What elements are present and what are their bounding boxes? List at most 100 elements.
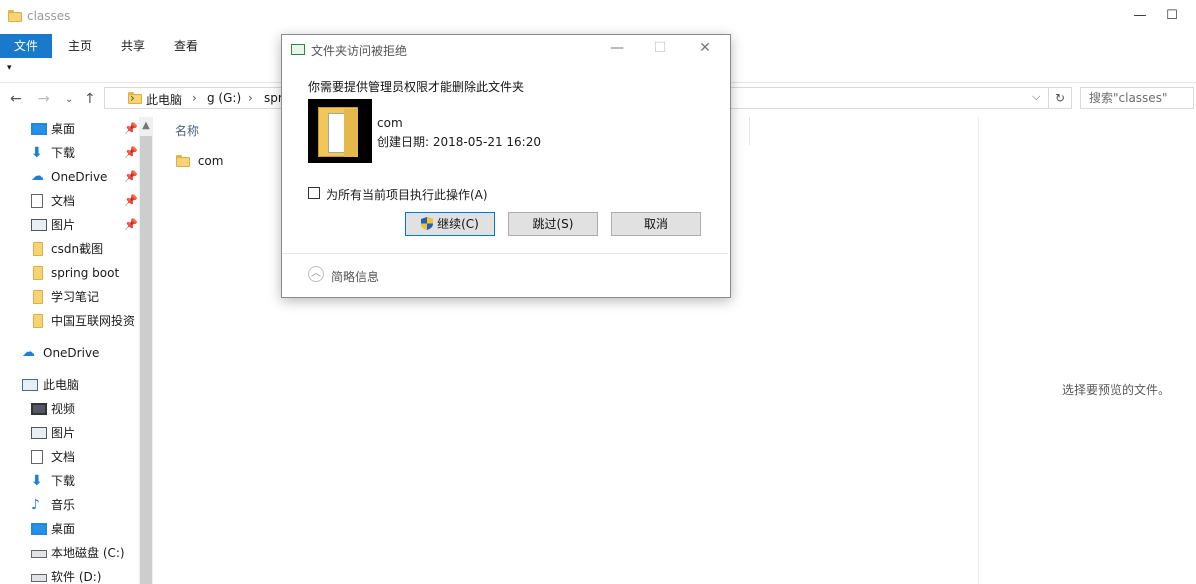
nav-item-label: 此电脑 [43,378,80,392]
address-dropdown-chevron-icon[interactable]: ⌵ [1032,90,1040,104]
pin-icon: 📌 [124,146,138,159]
dialog-item-name: com [377,116,403,130]
nav-item-label: 中国互联网投资 [51,314,136,328]
nav-item-label: OneDrive [43,346,100,360]
drive-icon [31,574,47,582]
nav-item-videos[interactable]: 视频 [0,397,140,421]
title-bar [0,0,1196,34]
nav-item-notes[interactable]: 学习笔记 [0,285,140,309]
nav-item-onedrive-quick[interactable]: ☁ OneDrive 📌 [0,165,140,189]
chevron-up-icon[interactable]: ︿ [308,266,324,282]
folder-icon [33,266,43,280]
quick-access-toolbar-chevron-icon[interactable]: ▾ [7,63,12,73]
nav-item-drive-c[interactable]: 本地磁盘 (C:) [0,541,140,565]
apply-to-all-checkbox[interactable] [308,187,320,199]
folder-icon [33,314,43,328]
nav-item-label: 文档 [51,450,76,464]
dialog-minimize-button[interactable]: — [605,40,629,56]
nav-scrollbar-thumb[interactable] [140,136,152,584]
nav-item-csdn[interactable]: csdn截图 [0,237,140,261]
nav-item-downloads[interactable]: ⬇ 下载 📌 [0,141,140,165]
nav-item-label: 图片 [51,218,76,232]
drive-icon [31,550,47,558]
maximize-button[interactable]: ☐ [1162,6,1182,26]
pin-icon: 📌 [124,194,138,207]
dialog-title: 文件夹访问被拒绝 [311,44,408,58]
dialog-message: 你需要提供管理员权限才能删除此文件夹 [308,80,525,94]
breadcrumb-spring[interactable]: spr [264,91,283,105]
onedrive-icon: ☁ [31,169,44,184]
uac-shield-icon [421,217,434,230]
nav-item-label: 软件 (D:) [51,570,102,584]
apply-to-all-label[interactable]: 为所有当前项目执行此操作(A) [326,186,488,203]
folder-icon [33,242,43,256]
nav-item-onedrive[interactable]: ☁ OneDrive [0,341,140,365]
nav-item-pc-pictures[interactable]: 图片 [0,421,140,445]
tab-home[interactable]: 主页 [56,34,104,58]
window-title: classes [27,9,71,23]
breadcrumb-chevron-icon[interactable]: › [248,91,253,105]
nav-item-drive-d[interactable]: 软件 (D:) [0,565,140,584]
cancel-button[interactable]: 取消 [611,212,701,236]
nav-item-music[interactable]: ♪ 音乐 [0,493,140,517]
nav-item-label: 学习笔记 [51,290,100,304]
dialog-maximize-button: ☐ [653,40,667,56]
nav-item-label: spring boot [51,266,120,280]
nav-item-this-pc[interactable]: 此电脑 [0,373,140,397]
breadcrumb-chevron-icon[interactable]: › [192,91,197,105]
preview-pane-divider[interactable] [978,117,979,584]
download-icon: ⬇ [31,473,43,489]
search-input[interactable]: 搜索"classes" [1080,87,1194,109]
nav-item-pc-documents[interactable]: 文档 [0,445,140,469]
nav-item-label: 音乐 [51,498,76,512]
skip-button[interactable]: 跳过(S) [508,212,598,236]
continue-label: 继续(C) [437,217,479,231]
dialog-divider [282,253,728,254]
nav-item-desktop[interactable]: 桌面 📌 [0,117,140,141]
file-row[interactable]: com [176,150,223,172]
fewer-details-link[interactable]: 简略信息 [331,268,379,285]
nav-item-label: 下载 [51,474,76,488]
onedrive-icon: ☁ [22,345,35,360]
dialog-item-date: 创建日期: 2018-05-21 16:20 [377,135,541,149]
dialog-close-button[interactable]: ✕ [693,40,717,56]
folder-icon [176,155,190,167]
nav-item-internet-investment[interactable]: 中国互联网投资 [0,309,140,333]
file-name: com [197,154,224,168]
tab-file[interactable]: 文件 [0,34,52,58]
file-move-icon [291,44,305,55]
nav-item-pictures[interactable]: 图片 📌 [0,213,140,237]
this-pc-icon [22,379,38,391]
up-arrow-icon[interactable]: ↑ [84,91,96,107]
nav-item-pc-downloads[interactable]: ⬇ 下载 [0,469,140,493]
breadcrumb-chevron-icon[interactable]: › [130,91,135,105]
continue-button[interactable]: 继续(C) [405,212,495,236]
nav-item-spring-boot[interactable]: spring boot [0,261,140,285]
back-arrow-icon[interactable]: ← [10,91,22,107]
nav-item-label: 本地磁盘 (C:) [51,546,125,560]
forward-arrow-icon[interactable]: → [38,91,50,107]
nav-item-pc-desktop[interactable]: 桌面 [0,517,140,541]
nav-item-label: 桌面 [51,522,76,536]
recent-locations-chevron-icon[interactable]: ⌄ [65,94,73,105]
column-header-name[interactable]: 名称 [175,122,199,139]
pin-icon: 📌 [124,122,138,135]
nav-item-documents[interactable]: 文档 📌 [0,189,140,213]
refresh-icon[interactable]: ↻ [1048,87,1071,109]
tab-view[interactable]: 查看 [162,34,210,58]
scroll-up-arrow-icon[interactable]: ▲ [139,117,153,135]
pin-icon: 📌 [124,170,138,183]
nav-item-label: 文档 [51,194,76,208]
breadcrumb-drive-g[interactable]: g (G:) [207,91,241,105]
breadcrumb-this-pc[interactable]: 此电脑 [146,91,182,108]
desktop-icon [31,123,47,135]
minimize-button[interactable]: — [1130,6,1150,26]
documents-icon [31,194,43,208]
folder-icon [33,290,43,304]
folder-access-denied-dialog [281,34,731,298]
tab-share[interactable]: 共享 [109,34,157,58]
folder-thumbnail [308,99,372,163]
column-separator[interactable] [749,117,750,145]
pictures-icon [31,219,47,231]
music-icon: ♪ [31,497,40,513]
